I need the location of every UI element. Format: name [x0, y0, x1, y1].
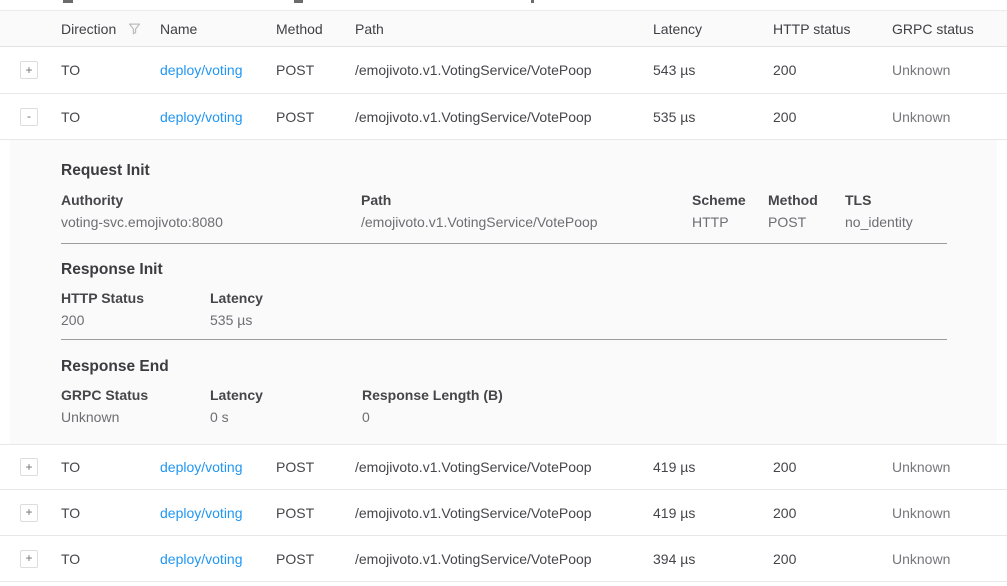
detail-field-method: Method POST — [768, 192, 818, 230]
cell-path: /emojivoto.v1.VotingService/VotePoop — [355, 459, 653, 475]
field-label: HTTP Status — [61, 290, 144, 306]
collapse-row-button[interactable]: - — [20, 108, 38, 126]
table-row: + TO deploy/voting POST /emojivoto.v1.Vo… — [0, 444, 1007, 490]
field-label: Scheme — [692, 192, 746, 208]
resource-link[interactable]: deploy/voting — [160, 62, 243, 78]
field-value: POST — [768, 214, 818, 230]
resource-link[interactable]: deploy/voting — [160, 109, 243, 125]
detail-field-response-length: Response Length (B) 0 — [362, 387, 503, 425]
cell-path: /emojivoto.v1.VotingService/VotePoop — [355, 109, 653, 125]
cell-latency: 543 µs — [653, 62, 773, 78]
table-header-row: Direction Name Method Path Latency HTTP … — [0, 10, 1007, 47]
field-label: Authority — [61, 192, 223, 208]
column-header-direction: Direction — [61, 21, 160, 37]
table-row-expanded: - TO deploy/voting POST /emojivoto.v1.Vo… — [0, 94, 1007, 140]
field-label: Response Length (B) — [362, 387, 503, 403]
expand-row-button[interactable]: + — [20, 458, 38, 476]
cell-method: POST — [276, 551, 355, 567]
field-value: no_identity — [845, 214, 913, 230]
cell-direction: TO — [61, 62, 160, 78]
field-value: Unknown — [61, 409, 148, 425]
section-title-response-init: Response Init — [61, 261, 163, 279]
cell-latency: 535 µs — [653, 109, 773, 125]
clipped-text-fragment — [294, 0, 303, 3]
cell-grpc-status: Unknown — [892, 109, 1007, 125]
cell-latency: 394 µs — [653, 551, 773, 567]
clipped-text-top — [0, 0, 1007, 10]
cell-direction: TO — [61, 109, 160, 125]
expand-row-button[interactable]: + — [20, 550, 38, 568]
filter-icon[interactable] — [127, 21, 142, 36]
cell-direction: TO — [61, 459, 160, 475]
section-title-request-init: Request Init — [61, 162, 150, 180]
field-label: Latency — [210, 387, 263, 403]
resource-link[interactable]: deploy/voting — [160, 551, 243, 567]
resource-link[interactable]: deploy/voting — [160, 505, 243, 521]
field-value: HTTP — [692, 214, 746, 230]
section-divider — [61, 243, 947, 244]
field-label: GRPC Status — [61, 387, 148, 403]
cell-http-status: 200 — [773, 109, 892, 125]
field-value: /emojivoto.v1.VotingService/VotePoop — [361, 214, 598, 230]
column-header-latency: Latency — [653, 21, 773, 37]
cell-latency: 419 µs — [653, 505, 773, 521]
field-label: Method — [768, 192, 818, 208]
section-title-response-end: Response End — [61, 358, 169, 376]
cell-grpc-status: Unknown — [892, 505, 1007, 521]
clipped-text-fragment — [531, 0, 534, 3]
expand-row-button[interactable]: + — [20, 504, 38, 522]
detail-field-tls: TLS no_identity — [845, 192, 913, 230]
detail-field-authority: Authority voting-svc.emojivoto:8080 — [61, 192, 223, 230]
field-value: 200 — [61, 312, 144, 328]
field-value: voting-svc.emojivoto:8080 — [61, 214, 223, 230]
column-header-path: Path — [355, 21, 653, 37]
cell-latency: 419 µs — [653, 459, 773, 475]
field-label: Latency — [210, 290, 263, 306]
tap-results-page: Direction Name Method Path Latency HTTP … — [0, 0, 1007, 586]
cell-method: POST — [276, 505, 355, 521]
detail-field-path: Path /emojivoto.v1.VotingService/VotePoo… — [361, 192, 598, 230]
table-row: + TO deploy/voting POST /emojivoto.v1.Vo… — [0, 490, 1007, 536]
field-value: 535 µs — [210, 312, 263, 328]
field-value: 0 — [362, 409, 503, 425]
cell-http-status: 200 — [773, 459, 892, 475]
cell-http-status: 200 — [773, 551, 892, 567]
cell-path: /emojivoto.v1.VotingService/VotePoop — [355, 505, 653, 521]
resource-link[interactable]: deploy/voting — [160, 459, 243, 475]
cell-grpc-status: Unknown — [892, 459, 1007, 475]
table-row: + TO deploy/voting POST /emojivoto.v1.Vo… — [0, 47, 1007, 94]
cell-direction: TO — [61, 551, 160, 567]
cell-method: POST — [276, 62, 355, 78]
cell-http-status: 200 — [773, 62, 892, 78]
field-label: Path — [361, 192, 598, 208]
detail-field-latency: Latency 0 s — [210, 387, 263, 425]
column-header-direction-label: Direction — [61, 21, 116, 37]
cell-grpc-status: Unknown — [892, 62, 1007, 78]
field-label: TLS — [845, 192, 913, 208]
cell-method: POST — [276, 459, 355, 475]
clipped-text-fragment — [63, 0, 73, 3]
detail-field-scheme: Scheme HTTP — [692, 192, 746, 230]
table-row: + TO deploy/voting POST /emojivoto.v1.Vo… — [0, 536, 1007, 582]
detail-field-grpc-status: GRPC Status Unknown — [61, 387, 148, 425]
detail-field-http-status: HTTP Status 200 — [61, 290, 144, 328]
cell-grpc-status: Unknown — [892, 551, 1007, 567]
expand-row-button[interactable]: + — [20, 61, 38, 79]
column-header-name: Name — [160, 21, 276, 37]
cell-method: POST — [276, 109, 355, 125]
cell-direction: TO — [61, 505, 160, 521]
tap-event-detail-panel: Request Init Authority voting-svc.emojiv… — [10, 140, 997, 444]
cell-path: /emojivoto.v1.VotingService/VotePoop — [355, 551, 653, 567]
cell-path: /emojivoto.v1.VotingService/VotePoop — [355, 62, 653, 78]
column-header-http-status: HTTP status — [773, 21, 892, 37]
column-header-grpc-status: GRPC status — [892, 21, 1007, 37]
field-value: 0 s — [210, 409, 263, 425]
section-divider — [61, 339, 947, 340]
column-header-method: Method — [276, 21, 355, 37]
detail-field-latency: Latency 535 µs — [210, 290, 263, 328]
cell-http-status: 200 — [773, 505, 892, 521]
